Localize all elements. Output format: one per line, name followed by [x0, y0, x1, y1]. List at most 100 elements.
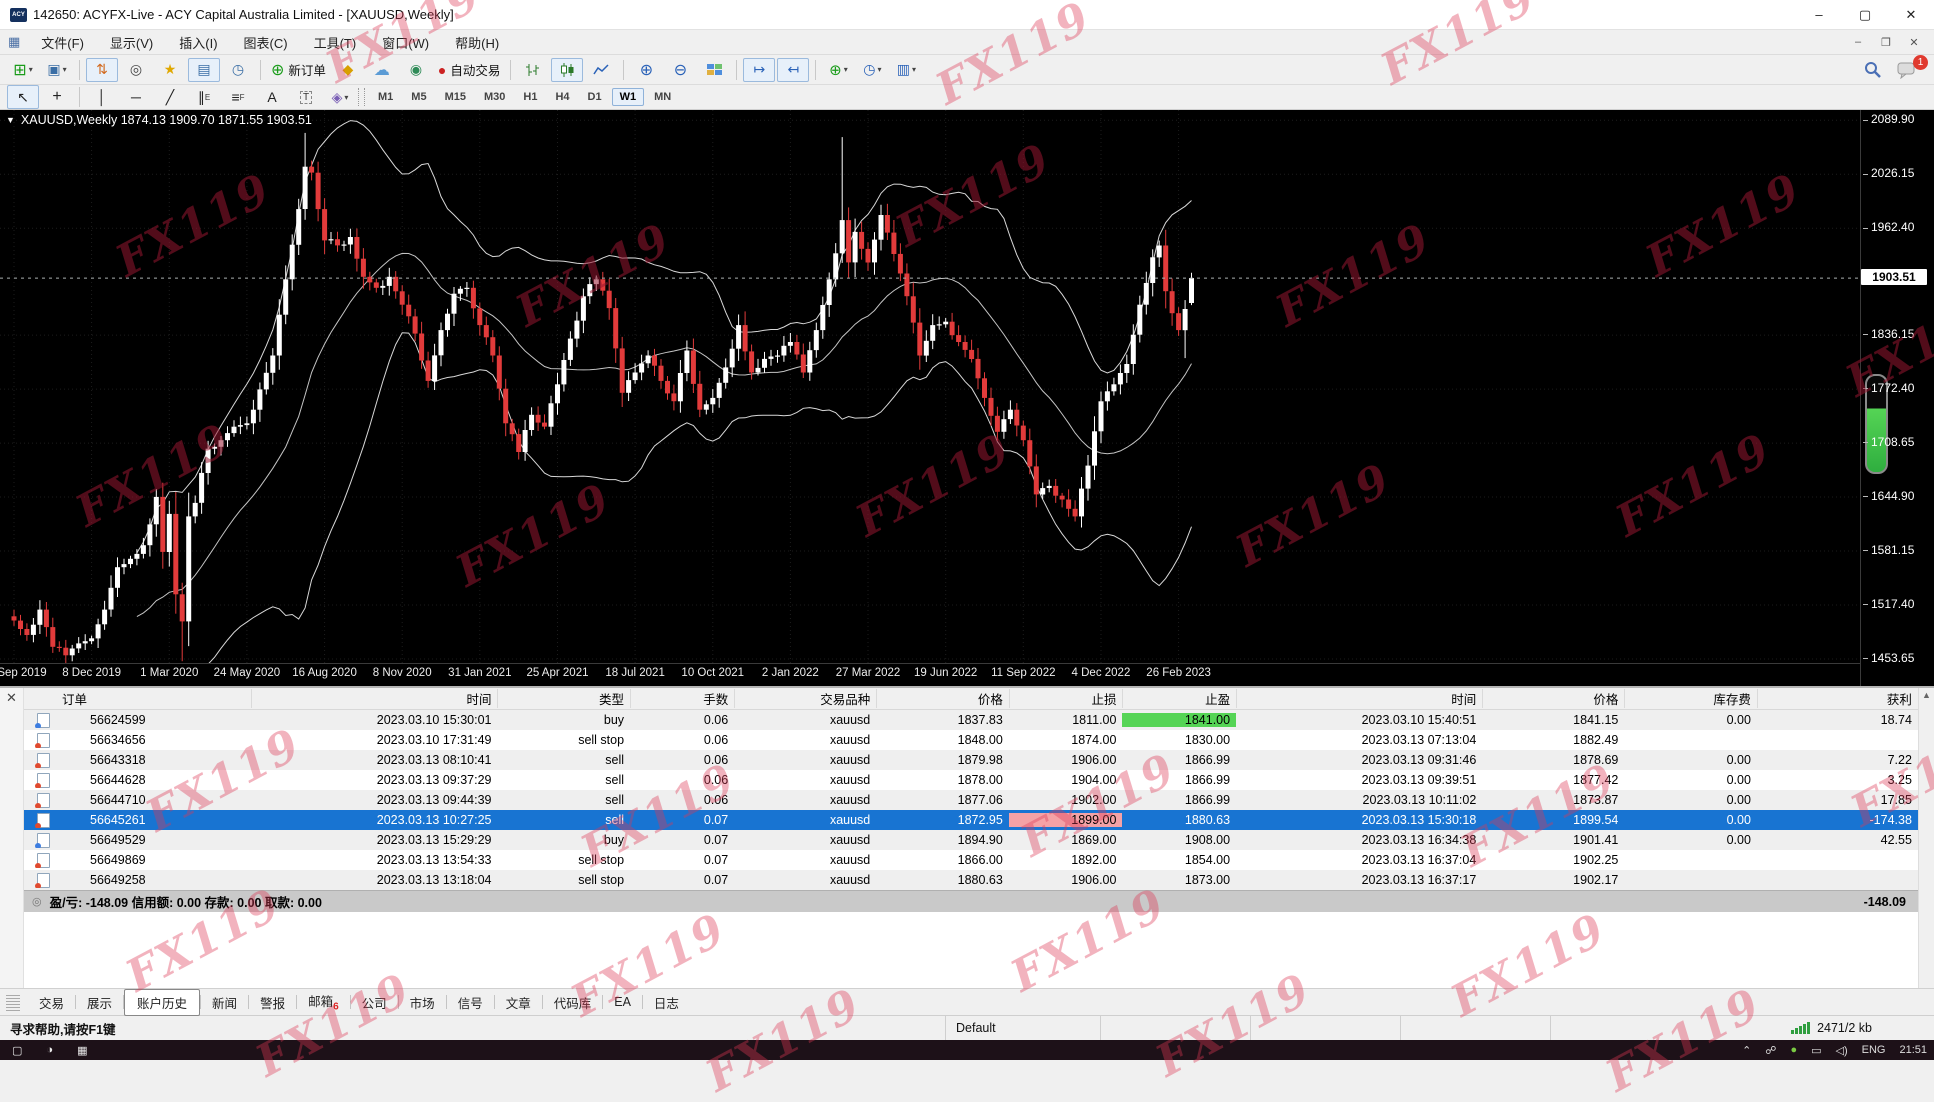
- date-axis[interactable]: 15 Sep 20198 Dec 20191 Mar 202024 May 20…: [0, 663, 1860, 686]
- col-open-price[interactable]: 价格: [876, 689, 1009, 708]
- history-row[interactable]: 566446282023.03.13 09:37:29sell0.06xauus…: [24, 770, 1918, 790]
- col-swap[interactable]: 库存费: [1624, 689, 1757, 708]
- timeframe-d1[interactable]: D1: [580, 88, 610, 106]
- signals-button[interactable]: ◉: [400, 58, 432, 82]
- taskbar-app-icon[interactable]: ◑: [46, 1044, 53, 1056]
- price-axis[interactable]: 2089.902026.151962.401836.151772.401708.…: [1860, 110, 1934, 686]
- crosshair-button[interactable]: +: [41, 85, 73, 109]
- history-row[interactable]: 566433182023.03.13 08:10:41sell0.06xauus…: [24, 750, 1918, 770]
- history-row[interactable]: 566452612023.03.13 10:27:25sell0.07xauus…: [24, 810, 1918, 830]
- symbol-dropdown-icon[interactable]: ▼: [6, 115, 15, 125]
- indicators-button[interactable]: ⊕▾: [822, 58, 854, 82]
- taskbar-app-icon[interactable]: ▢: [12, 1044, 22, 1057]
- cursor-button[interactable]: ↖: [7, 85, 39, 109]
- tab-ea[interactable]: EA: [603, 992, 642, 1012]
- maximize-button[interactable]: ▢: [1842, 0, 1888, 30]
- tray-up-arrow-icon[interactable]: ⌃: [1742, 1044, 1751, 1057]
- chart-canvas[interactable]: [0, 110, 1860, 663]
- tab-trade[interactable]: 交易: [28, 990, 75, 1015]
- menu-item-help[interactable]: 帮助(H): [442, 31, 512, 54]
- tabs-grip[interactable]: [6, 993, 20, 1011]
- tab-signals[interactable]: 信号: [447, 990, 494, 1015]
- menu-item-file[interactable]: 文件(F): [28, 31, 97, 54]
- close-button[interactable]: ✕: [1888, 0, 1934, 30]
- tray-display-icon[interactable]: ▭: [1811, 1044, 1821, 1057]
- tab-news[interactable]: 新闻: [201, 990, 248, 1015]
- tab-articles[interactable]: 文章: [495, 990, 542, 1015]
- market-watch-button[interactable]: ⇅: [86, 58, 118, 82]
- navigator-button[interactable]: ★: [154, 58, 186, 82]
- fibonacci-button[interactable]: ≡F: [222, 85, 254, 109]
- menu-item-charts[interactable]: 图表(C): [231, 31, 301, 54]
- publish-button[interactable]: ☁: [366, 58, 398, 82]
- col-sl[interactable]: 止损: [1009, 689, 1123, 708]
- tray-antivirus-icon[interactable]: ●: [1790, 1044, 1797, 1056]
- timeframe-mn[interactable]: MN: [646, 88, 679, 106]
- col-lots[interactable]: 手数: [630, 689, 734, 708]
- line-chart-button[interactable]: [585, 58, 617, 82]
- tab-exposure[interactable]: 展示: [76, 990, 123, 1015]
- periods-button[interactable]: ◷▾: [856, 58, 888, 82]
- arrows-button[interactable]: ◈▾: [324, 85, 356, 109]
- tray-language[interactable]: ENG: [1862, 1044, 1886, 1056]
- profiles-button[interactable]: ▣▾: [41, 58, 73, 82]
- tab-market[interactable]: 市场: [399, 990, 446, 1015]
- templates-button[interactable]: ▥▾: [890, 58, 922, 82]
- chart-shift-button[interactable]: ↤: [777, 58, 809, 82]
- timeframe-m5[interactable]: M5: [403, 88, 434, 106]
- tab-mailbox[interactable]: 邮箱6: [297, 988, 350, 1016]
- timeframe-h4[interactable]: H4: [547, 88, 577, 106]
- menu-item-tools[interactable]: 工具(T): [301, 31, 370, 54]
- timeframe-m15[interactable]: M15: [437, 88, 474, 106]
- taskbar-app-icon[interactable]: ▦: [77, 1044, 87, 1057]
- text-label-button[interactable]: T: [290, 85, 322, 109]
- horizontal-line-button[interactable]: ─: [120, 85, 152, 109]
- tray-clock[interactable]: 21:51: [1899, 1044, 1927, 1056]
- tile-windows-button[interactable]: [698, 58, 730, 82]
- text-button[interactable]: A: [256, 85, 288, 109]
- timeframe-w1[interactable]: W1: [612, 88, 645, 106]
- zoom-in-button[interactable]: ⊕: [630, 58, 662, 82]
- col-tp[interactable]: 止盈: [1122, 689, 1236, 708]
- history-row[interactable]: 566498692023.03.13 13:54:33sell stop0.07…: [24, 850, 1918, 870]
- col-order[interactable]: 订单: [24, 689, 251, 708]
- timeframe-h1[interactable]: H1: [515, 88, 545, 106]
- menu-item-window[interactable]: 窗口(W): [369, 31, 442, 54]
- timeframe-m1[interactable]: M1: [370, 88, 401, 106]
- trendline-button[interactable]: ╱: [154, 85, 186, 109]
- search-button[interactable]: [1857, 58, 1889, 82]
- history-row[interactable]: 566495292023.03.13 15:29:29buy0.07xauusd…: [24, 830, 1918, 850]
- tab-account-history[interactable]: 账户历史: [124, 989, 200, 1016]
- history-row[interactable]: 566245992023.03.10 15:30:01buy0.06xauusd…: [24, 710, 1918, 730]
- col-type[interactable]: 类型: [497, 689, 630, 708]
- tab-alerts[interactable]: 警报: [249, 990, 296, 1015]
- auto-scroll-button[interactable]: ↦: [743, 58, 775, 82]
- tab-company[interactable]: 公司: [351, 990, 398, 1015]
- history-row[interactable]: 566492582023.03.13 13:18:04sell stop0.07…: [24, 870, 1918, 890]
- equidistant-channel-button[interactable]: ∥E: [188, 85, 220, 109]
- menu-item-view[interactable]: 显示(V): [97, 31, 166, 54]
- col-profit[interactable]: 获利: [1757, 689, 1918, 708]
- tray-network-icon[interactable]: ☍: [1765, 1044, 1776, 1057]
- strategy-tester-button[interactable]: ◷: [222, 58, 254, 82]
- zoom-out-button[interactable]: ⊖: [664, 58, 696, 82]
- minimize-button[interactable]: –: [1796, 0, 1842, 30]
- tab-codebase[interactable]: 代码库: [543, 990, 603, 1015]
- metaeditor-button[interactable]: ◆: [332, 58, 364, 82]
- tab-journal[interactable]: 日志: [643, 990, 690, 1015]
- menu-item-insert[interactable]: 插入(I): [166, 31, 230, 54]
- history-scrollbar[interactable]: ▲: [1918, 688, 1934, 988]
- child-close-button[interactable]: ✕: [1900, 32, 1928, 52]
- new-order-button[interactable]: ⊕新订单: [267, 58, 330, 82]
- child-restore-button[interactable]: ❐: [1872, 32, 1900, 52]
- status-profile[interactable]: Default: [945, 1016, 1100, 1040]
- vertical-line-button[interactable]: │: [86, 85, 118, 109]
- col-close-time[interactable]: 时间: [1236, 689, 1482, 708]
- chat-button[interactable]: 1: [1891, 58, 1923, 82]
- candlestick-chart[interactable]: ▼ XAUUSD,Weekly 1874.13 1909.70 1871.55 …: [0, 110, 1860, 663]
- close-panel-icon[interactable]: ✕: [6, 690, 17, 705]
- tray-volume-icon[interactable]: ◁): [1836, 1044, 1848, 1057]
- col-symbol[interactable]: 交易品种: [734, 689, 876, 708]
- terminal-button[interactable]: ▤: [188, 58, 220, 82]
- data-window-button[interactable]: ◎: [120, 58, 152, 82]
